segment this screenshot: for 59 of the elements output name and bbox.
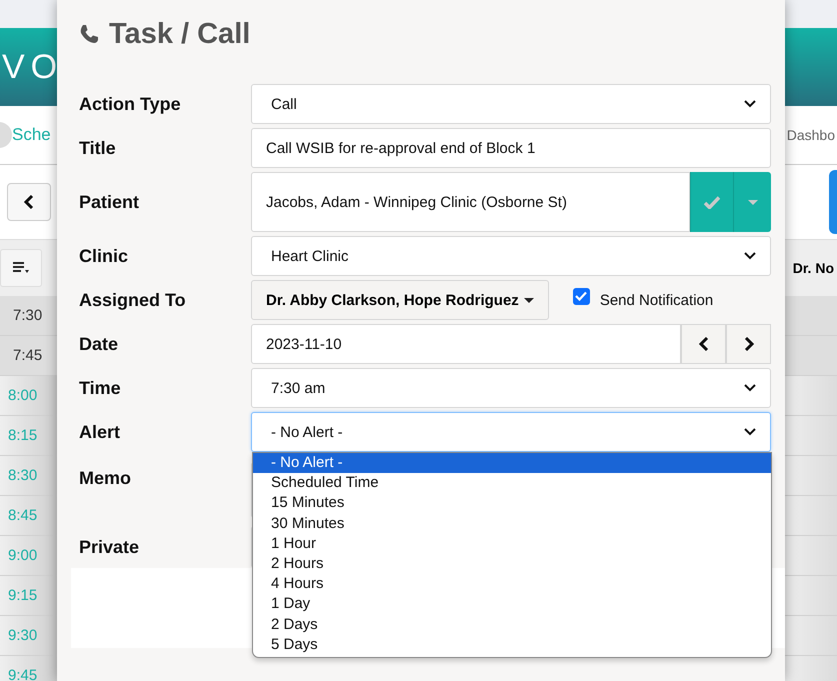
- checkbox-label: Send Notification: [600, 292, 714, 308]
- select-field[interactable]: - No Alert -: [251, 412, 771, 452]
- dropdown-option[interactable]: 1 Day: [253, 594, 771, 614]
- select-field[interactable]: Heart Clinic: [251, 236, 771, 276]
- chevron-right-icon: [744, 337, 754, 351]
- field-label: Action Type: [78, 92, 182, 116]
- time-label: 7:45: [13, 347, 42, 364]
- time-label: 9:30: [8, 627, 38, 644]
- time-label: 8:15: [8, 427, 38, 444]
- select-field[interactable]: 7:30 am: [251, 368, 771, 408]
- dropdown-option[interactable]: 4 Hours: [253, 574, 771, 594]
- field-label: Time: [78, 376, 122, 400]
- date-field[interactable]: 2023-11-10: [251, 324, 681, 364]
- checkbox[interactable]: [572, 288, 590, 304]
- select-field[interactable]: Call: [251, 84, 771, 124]
- phone-icon: [79, 24, 99, 44]
- next-day-button[interactable]: [726, 324, 771, 364]
- field-label: Assigned To: [78, 288, 187, 312]
- title-field[interactable]: Call WSIB for re-approval end of Block 1: [251, 128, 771, 168]
- caret-icon: [748, 200, 758, 204]
- chevron-down-icon: [744, 384, 756, 392]
- field-label: Memo: [78, 467, 132, 490]
- field-label: Patient: [78, 190, 140, 214]
- chevron-down-icon: [744, 428, 756, 436]
- dropdown-option[interactable]: 1 Hour: [253, 534, 771, 554]
- brand-logo: VO: [2, 48, 64, 86]
- time-label: 7:30: [13, 307, 42, 324]
- dropdown-option[interactable]: 2 Hours: [253, 554, 771, 574]
- dropdown-option[interactable]: - No Alert -: [253, 453, 771, 474]
- column-header: Dr. No: [792, 260, 834, 276]
- check-icon: [704, 196, 720, 208]
- field-label: Alert: [78, 420, 122, 444]
- dropdown-option[interactable]: 5 Days: [253, 634, 771, 655]
- dropdown-option[interactable]: 2 Days: [253, 614, 771, 635]
- field-label: Clinic: [78, 244, 130, 268]
- dropdown-option[interactable]: 30 Minutes: [253, 514, 771, 534]
- dialog-title: Task / Call: [109, 18, 250, 50]
- assignee-dropdown[interactable]: Dr. Abby Clarkson, Hope Rodriguez: [251, 280, 549, 320]
- chevron-left-icon: [698, 337, 708, 351]
- field-label: Private: [78, 536, 140, 558]
- time-label: 8:30: [8, 467, 38, 484]
- field-label: Title: [78, 136, 117, 160]
- time-label: 9:00: [8, 547, 38, 564]
- chevron-left-icon: [24, 195, 34, 209]
- time-label: 8:45: [8, 507, 38, 524]
- chevron-down-icon: [744, 252, 756, 260]
- time-label: 8:00: [8, 387, 38, 404]
- list-menu-button[interactable]: [0, 249, 42, 287]
- time-label: 9:45: [8, 667, 38, 681]
- previous-button[interactable]: [7, 183, 51, 221]
- list-icon: [13, 262, 29, 274]
- previous-day-button[interactable]: [681, 324, 726, 364]
- dropdown-option[interactable]: 15 Minutes: [253, 493, 771, 514]
- nav-link[interactable]: Dashbo: [786, 127, 835, 143]
- dropdown-option[interactable]: Scheduled Time: [253, 473, 771, 494]
- time-label: 9:15: [8, 587, 38, 604]
- field-label: Date: [78, 332, 120, 356]
- chevron-down-icon: [744, 100, 756, 108]
- patient-field[interactable]: Jacobs, Adam - Winnipeg Clinic (Osborne St): [251, 172, 690, 232]
